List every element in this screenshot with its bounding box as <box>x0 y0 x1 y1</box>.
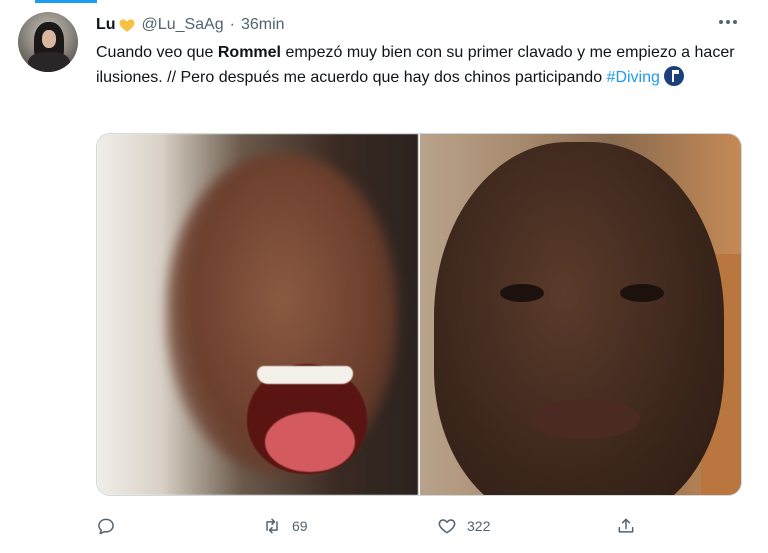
retweet-count: 69 <box>292 518 308 534</box>
tweet-media[interactable] <box>96 133 742 496</box>
yellow-heart-icon <box>119 19 135 32</box>
photo-screaming-woman[interactable] <box>97 134 418 495</box>
retweet-icon <box>266 518 278 534</box>
photo-right-eye-right <box>620 284 664 302</box>
timestamp[interactable]: 36min <box>241 16 285 34</box>
photo-left-tongue <box>265 412 355 472</box>
photo-right-eye-left <box>500 284 544 302</box>
avatar-face <box>42 30 56 48</box>
tweet-header: Lu @Lu_SaAg · 36min <box>96 14 285 36</box>
hashtag-link[interactable]: #Diving <box>607 69 660 86</box>
photo-right-head <box>434 142 724 495</box>
share-button[interactable] <box>616 512 646 540</box>
photo-right-lips <box>530 399 640 439</box>
header-separator: · <box>229 16 235 33</box>
tweet-text-part1: Cuando veo que <box>96 44 218 61</box>
photo-crying-man[interactable] <box>420 134 741 495</box>
like-button[interactable]: 322 <box>437 512 490 540</box>
reply-button[interactable] <box>96 512 126 540</box>
avatar[interactable] <box>18 12 78 72</box>
tweet[interactable]: Lu @Lu_SaAg · 36min Cuando veo que Romme… <box>0 0 768 553</box>
user-handle[interactable]: @Lu_SaAg <box>142 16 224 34</box>
avatar-body <box>28 52 70 72</box>
tweet-text: Cuando veo que Rommel empezó muy bien co… <box>96 40 736 90</box>
photo-left-teeth <box>257 366 353 384</box>
share-icon <box>618 518 634 533</box>
tweet-actions: 69 322 <box>96 512 656 540</box>
more-icon[interactable] <box>716 12 740 32</box>
like-count: 322 <box>467 518 491 534</box>
heart-icon <box>438 519 456 534</box>
tweet-text-bold: Rommel <box>217 44 281 61</box>
reply-icon <box>98 518 114 535</box>
diving-hashflag-icon <box>663 66 684 86</box>
display-name[interactable]: Lu <box>96 16 116 34</box>
retweet-button[interactable]: 69 <box>262 512 308 540</box>
